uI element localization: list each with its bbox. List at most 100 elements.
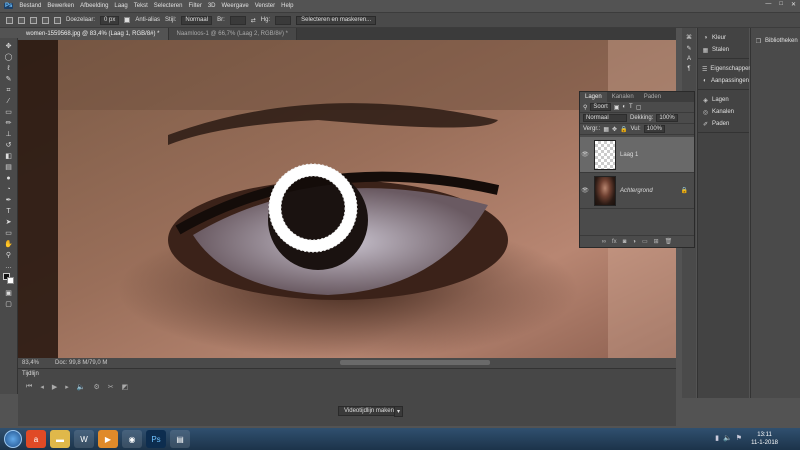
swap-icon[interactable]: ⇄ (251, 17, 256, 24)
zoom-icon[interactable]: ⚲ (3, 251, 14, 260)
menu-weergave[interactable]: Weergave (222, 3, 249, 9)
subtract-selection-icon[interactable] (42, 16, 49, 24)
layer-row-laag1[interactable]: 👁 Laag 1 (580, 137, 694, 173)
panel-kleur[interactable]: ◑ Kleur (698, 33, 749, 43)
filter-adjust-icon[interactable]: ◐ (622, 104, 626, 110)
pen-icon[interactable]: ✒ (3, 196, 14, 205)
link-icon[interactable]: ∞ (602, 239, 606, 245)
panel-stalen[interactable]: ▦ Stalen (698, 45, 749, 55)
history-icon[interactable]: ⌘ (686, 34, 692, 41)
dodge-icon[interactable]: ◔ (3, 185, 14, 194)
canvas-image[interactable] (18, 40, 676, 358)
history-brush-icon[interactable]: ↺ (3, 141, 14, 150)
panel-kanalen[interactable]: ◎ Kanalen (698, 107, 749, 117)
menu-help[interactable]: Help (281, 3, 293, 9)
adjustment-layer-icon[interactable]: ◑ (632, 239, 636, 245)
width-input[interactable] (229, 15, 246, 25)
marquee-preset-icon[interactable] (6, 16, 13, 24)
rectangle-icon[interactable]: ▭ (3, 229, 14, 238)
panel-lagen[interactable]: ◈ Lagen (698, 95, 749, 105)
chrome-icon[interactable]: ◉ (122, 430, 142, 448)
fx-icon[interactable]: fx (612, 239, 617, 245)
brush-icon[interactable]: ✏ (3, 119, 14, 128)
visibility-eye-icon[interactable]: 👁 (580, 187, 590, 194)
tab-paden[interactable]: Paden (639, 92, 666, 102)
menu-venster[interactable]: Venster (255, 3, 275, 9)
height-input[interactable] (275, 15, 292, 25)
next-frame-icon[interactable]: ▸ (65, 383, 69, 391)
menu-bestand[interactable]: Bestand (19, 3, 41, 9)
transition-icon[interactable]: ◩ (122, 383, 129, 391)
menu-selecteren[interactable]: Selecteren (154, 3, 183, 9)
timeline-dropdown-icon[interactable]: ▾ (394, 406, 404, 417)
split-icon[interactable]: ✂ (108, 383, 114, 391)
flag-icon[interactable]: ⚑ (736, 434, 742, 442)
type-icon[interactable]: T (3, 207, 14, 216)
character-icon[interactable]: A (687, 56, 691, 62)
gradient-icon[interactable]: ▤ (3, 163, 14, 172)
lock-position-icon[interactable]: ✥ (612, 126, 617, 133)
panel-eigenschappen[interactable]: ☰ Eigenschappen (698, 64, 752, 74)
menu-3d[interactable]: 3D (208, 3, 216, 9)
minimize-button[interactable]: — (765, 1, 771, 8)
antialias-checkbox[interactable] (124, 17, 131, 23)
group-folder-icon[interactable]: ▭ (642, 238, 648, 245)
eyedropper-icon[interactable]: ⁄ (3, 97, 14, 106)
lasso-icon[interactable]: ℓ (3, 64, 14, 73)
paragraph-icon[interactable]: ¶ (687, 66, 690, 72)
play-icon[interactable]: ▶ (52, 383, 57, 391)
quick-select-icon[interactable]: ✎ (3, 75, 14, 84)
menu-afbeelding[interactable]: Afbeelding (80, 3, 108, 9)
healing-brush-icon[interactable]: ▭ (3, 108, 14, 117)
fill-input[interactable]: 100% (643, 125, 666, 133)
more-tools-icon[interactable]: … (3, 262, 14, 271)
start-button[interactable] (4, 430, 22, 448)
feather-input[interactable]: 0 px (100, 15, 120, 25)
filter-pixel-icon[interactable]: ▣ (614, 104, 620, 111)
tab-naamloos[interactable]: Naamloos-1 @ 66,7% (Laag 2, RGB/8#) * (168, 28, 297, 40)
files-icon[interactable]: ▤ (170, 430, 190, 448)
action-icon[interactable]: a (26, 430, 46, 448)
mask-icon[interactable]: ◙ (623, 239, 627, 245)
select-and-mask-button[interactable]: Selecteren en maskeren... (296, 15, 377, 25)
maximize-button[interactable]: □ (779, 1, 783, 8)
media-icon[interactable]: ▶ (98, 430, 118, 448)
horizontal-scrollbar[interactable] (340, 360, 490, 365)
screen-mode-icon[interactable]: ▢ (3, 300, 14, 309)
quick-mask-icon[interactable]: ▣ (3, 289, 14, 298)
panel-paden[interactable]: ✐ Paden (698, 119, 749, 129)
panel-bibliotheken[interactable]: ❒ Bibliotheken (751, 36, 800, 46)
blur-icon[interactable]: ● (3, 174, 14, 183)
panel-aanpassingen[interactable]: ◐ Aanpassingen (698, 76, 749, 86)
tab-women[interactable]: women-1559568.jpg @ 83,4% (Laag 1, RGB/8… (18, 28, 169, 40)
network-icon[interactable]: ▮ (715, 434, 719, 442)
first-frame-icon[interactable]: ⏮ (26, 383, 32, 391)
audio-icon[interactable]: 🔈 (77, 383, 86, 391)
filter-type-icon[interactable]: T (629, 104, 633, 110)
new-selection-icon[interactable] (18, 16, 25, 24)
zoom-level[interactable]: 83,4% (22, 360, 39, 366)
clone-stamp-icon[interactable]: ⊥ (3, 130, 14, 139)
explorer-icon[interactable]: ▬ (50, 430, 70, 448)
menu-filter[interactable]: Filter (188, 3, 201, 9)
lock-all-icon[interactable]: 🔒 (620, 126, 627, 133)
hand-icon[interactable]: ✋ (3, 240, 14, 249)
move-tool-icon[interactable]: ✥ (3, 42, 14, 51)
menu-bewerken[interactable]: Bewerken (47, 3, 74, 9)
clock[interactable]: 13:11 11-1-2018 (751, 431, 778, 447)
menu-laag[interactable]: Laag (114, 3, 127, 9)
volume-icon[interactable]: 🔈 (723, 434, 732, 442)
add-selection-icon[interactable] (30, 16, 37, 24)
tab-lagen[interactable]: Lagen (580, 92, 607, 102)
opacity-input[interactable]: 100% (656, 114, 678, 122)
prev-frame-icon[interactable]: ◂ (40, 383, 44, 391)
trash-icon[interactable]: 🗑 (665, 238, 673, 245)
layer-row-achtergrond[interactable]: 👁 Achtergrond 🔒 (580, 173, 694, 209)
visibility-eye-icon[interactable]: 👁 (580, 151, 590, 158)
create-video-timeline-button[interactable]: Videotijdlijn maken (338, 406, 400, 416)
lock-pixels-icon[interactable]: ▦ (603, 126, 609, 133)
filter-shape-icon[interactable]: ▢ (636, 104, 642, 111)
kind-filter-select[interactable]: Soort (590, 103, 611, 111)
style-select[interactable]: Normaal (181, 15, 213, 25)
new-layer-icon[interactable]: ⊞ (654, 238, 659, 245)
